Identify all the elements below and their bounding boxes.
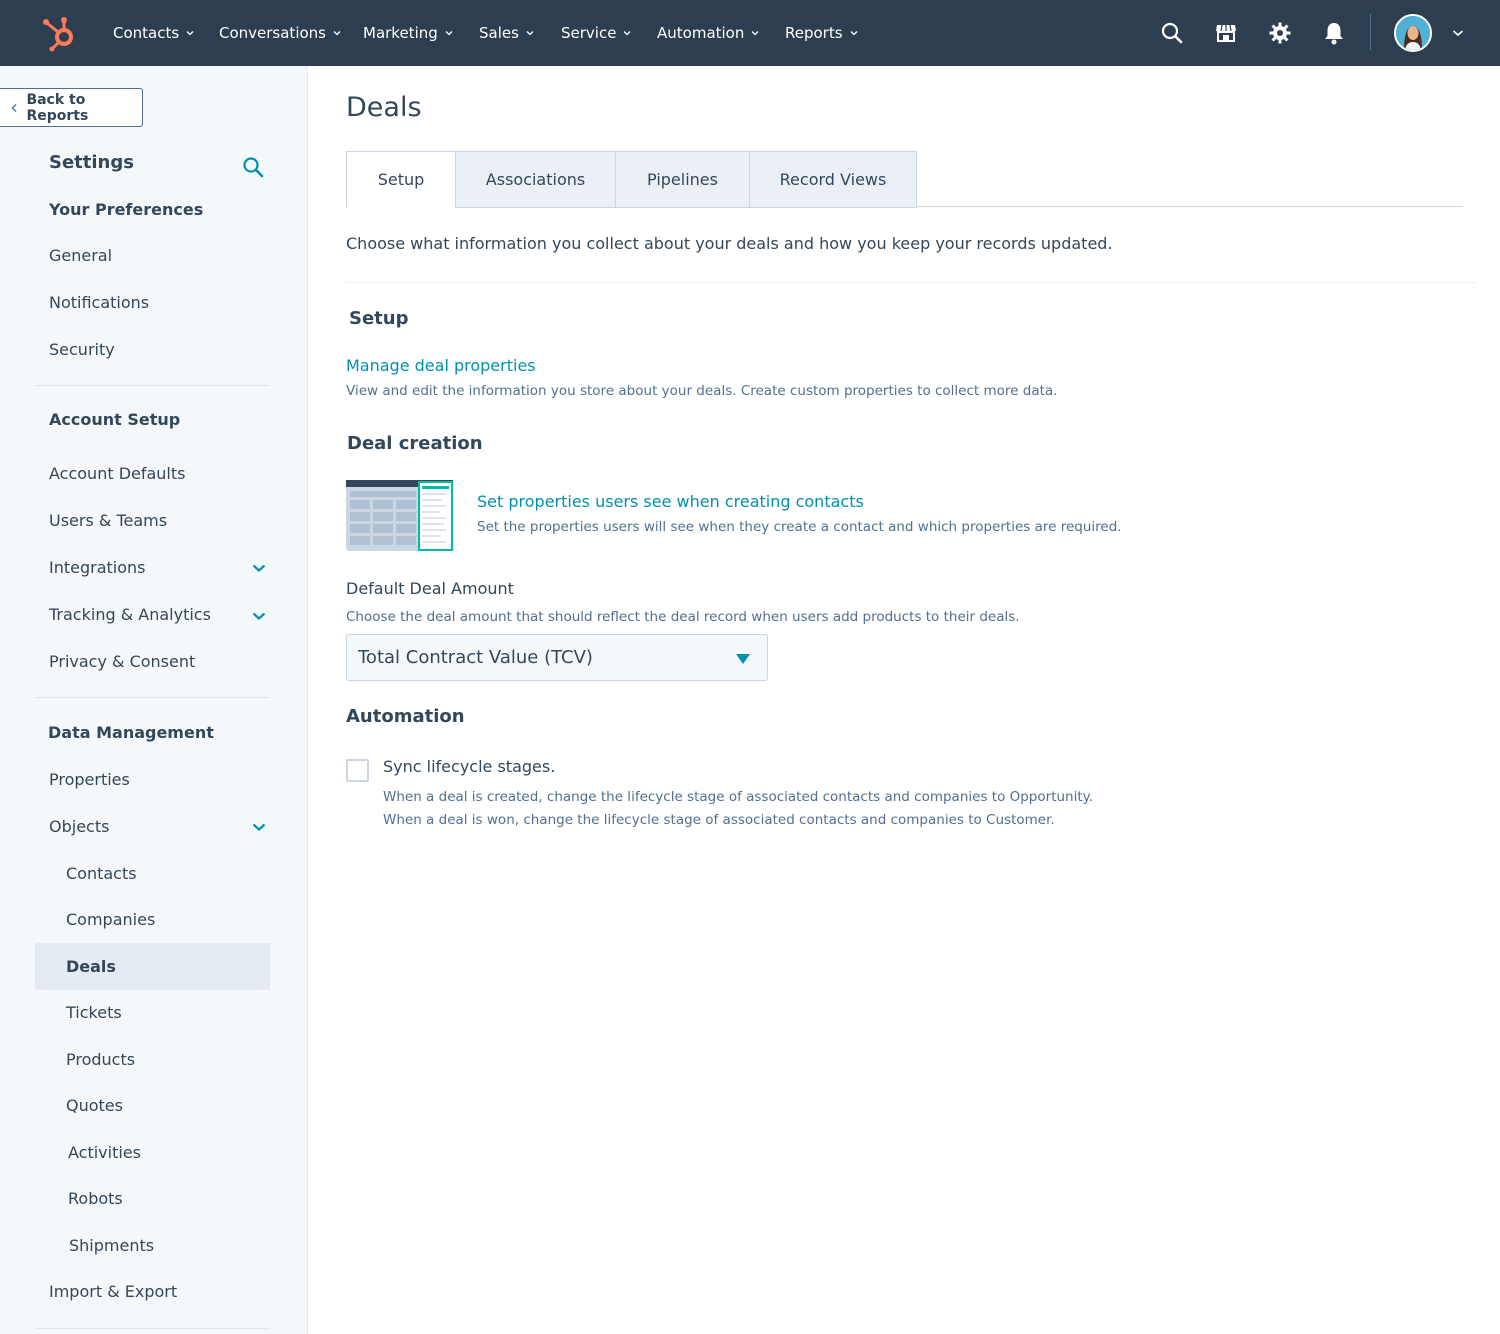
tab-bar: Setup Associations Pipelines Record View… [346,151,917,208]
top-navigation: Contacts Conversations Marketing Sales S… [0,0,1500,66]
search-icon[interactable] [242,156,264,178]
hubspot-logo-icon[interactable] [40,12,80,52]
chevron-down-icon[interactable] [251,822,267,832]
chevron-down-icon [186,31,194,36]
marketplace-icon[interactable] [1212,19,1240,47]
sidebar-divider [35,385,270,386]
select-value: Total Contract Value (TCV) [358,647,593,668]
chevron-down-icon[interactable] [251,563,267,573]
nav-conversations[interactable]: Conversations [219,0,341,66]
section-your-preferences: Your Preferences [49,200,204,219]
sidebar-item-tracking-analytics[interactable]: Tracking & Analytics [49,605,211,624]
nav-reports[interactable]: Reports [785,0,858,66]
tab-record-views[interactable]: Record Views [750,151,917,208]
sidebar-divider [35,697,270,698]
chevron-down-icon [850,31,858,36]
nav-separator [1370,14,1371,50]
nav-automation[interactable]: Automation [657,0,759,66]
section-account-setup: Account Setup [49,410,181,429]
sidebar-item-deals[interactable]: Deals [66,957,116,976]
tab-pipelines[interactable]: Pipelines [616,151,750,208]
sidebar-item-shipments[interactable]: Shipments [69,1236,154,1255]
sidebar-item-objects[interactable]: Objects [49,817,109,836]
manage-deal-properties-description: View and edit the information you store … [346,383,1058,399]
sidebar-item-users-teams[interactable]: Users & Teams [49,511,167,530]
sync-lifecycle-description: When a deal is created, change the lifec… [383,789,1093,828]
deal-creation-heading: Deal creation [347,433,483,454]
nav-sales[interactable]: Sales [479,0,534,66]
sidebar-item-import-export[interactable]: Import & Export [49,1282,177,1301]
sidebar-item-quotes[interactable]: Quotes [66,1096,123,1115]
sidebar-item-robots[interactable]: Robots [68,1189,123,1208]
chevron-down-icon[interactable] [1452,28,1464,38]
intro-text: Choose what information you collect abou… [346,234,1113,253]
record-preview-thumbnail [346,480,453,551]
setup-heading: Setup [349,308,409,329]
default-deal-amount-description: Choose the deal amount that should refle… [346,609,1020,625]
sidebar-item-general[interactable]: General [49,246,112,265]
sidebar-divider [35,1328,270,1329]
set-properties-link[interactable]: Set properties users see when creating c… [477,492,864,511]
chevron-down-icon [751,31,759,36]
nav-service[interactable]: Service [561,0,631,66]
sidebar-item-security[interactable]: Security [49,340,115,359]
back-to-reports-button[interactable]: Back to Reports [0,88,143,127]
settings-sidebar: Back to Reports Settings Your Preference… [0,66,308,1334]
section-data-management: Data Management [48,723,214,742]
sync-lifecycle-checkbox[interactable] [346,759,369,782]
sidebar-item-notifications[interactable]: Notifications [49,293,149,312]
sidebar-title: Settings [49,152,134,173]
sidebar-item-products[interactable]: Products [66,1050,135,1069]
manage-deal-properties-link[interactable]: Manage deal properties [346,356,536,375]
sidebar-item-tickets[interactable]: Tickets [66,1003,122,1022]
gear-icon[interactable] [1266,19,1294,47]
section-divider [346,282,1476,283]
bell-icon[interactable] [1320,19,1348,47]
caret-down-icon [736,654,750,664]
search-icon[interactable] [1158,19,1186,47]
set-properties-description: Set the properties users will see when t… [477,519,1122,535]
sidebar-item-companies[interactable]: Companies [66,910,155,929]
nav-marketing[interactable]: Marketing [363,0,453,66]
chevron-down-icon[interactable] [251,611,267,621]
automation-heading: Automation [346,706,465,727]
tab-associations[interactable]: Associations [456,151,616,208]
default-deal-amount-label: Default Deal Amount [346,579,514,598]
sidebar-item-activities[interactable]: Activities [68,1143,141,1162]
sidebar-item-properties[interactable]: Properties [49,770,130,789]
chevron-left-icon [11,103,17,112]
default-deal-amount-select[interactable]: Total Contract Value (TCV) [346,634,768,681]
chevron-down-icon [623,31,631,36]
sidebar-item-contacts[interactable]: Contacts [66,864,137,883]
sidebar-item-privacy-consent[interactable]: Privacy & Consent [49,652,195,671]
tab-setup[interactable]: Setup [346,151,456,208]
sidebar-item-account-defaults[interactable]: Account Defaults [49,464,185,483]
sidebar-item-integrations[interactable]: Integrations [49,558,146,577]
chevron-down-icon [526,31,534,36]
chevron-down-icon [333,31,341,36]
user-avatar[interactable] [1394,14,1432,52]
nav-contacts[interactable]: Contacts [113,0,194,66]
chevron-down-icon [445,31,453,36]
sync-lifecycle-label: Sync lifecycle stages. [383,757,556,776]
page-title: Deals [346,92,422,123]
